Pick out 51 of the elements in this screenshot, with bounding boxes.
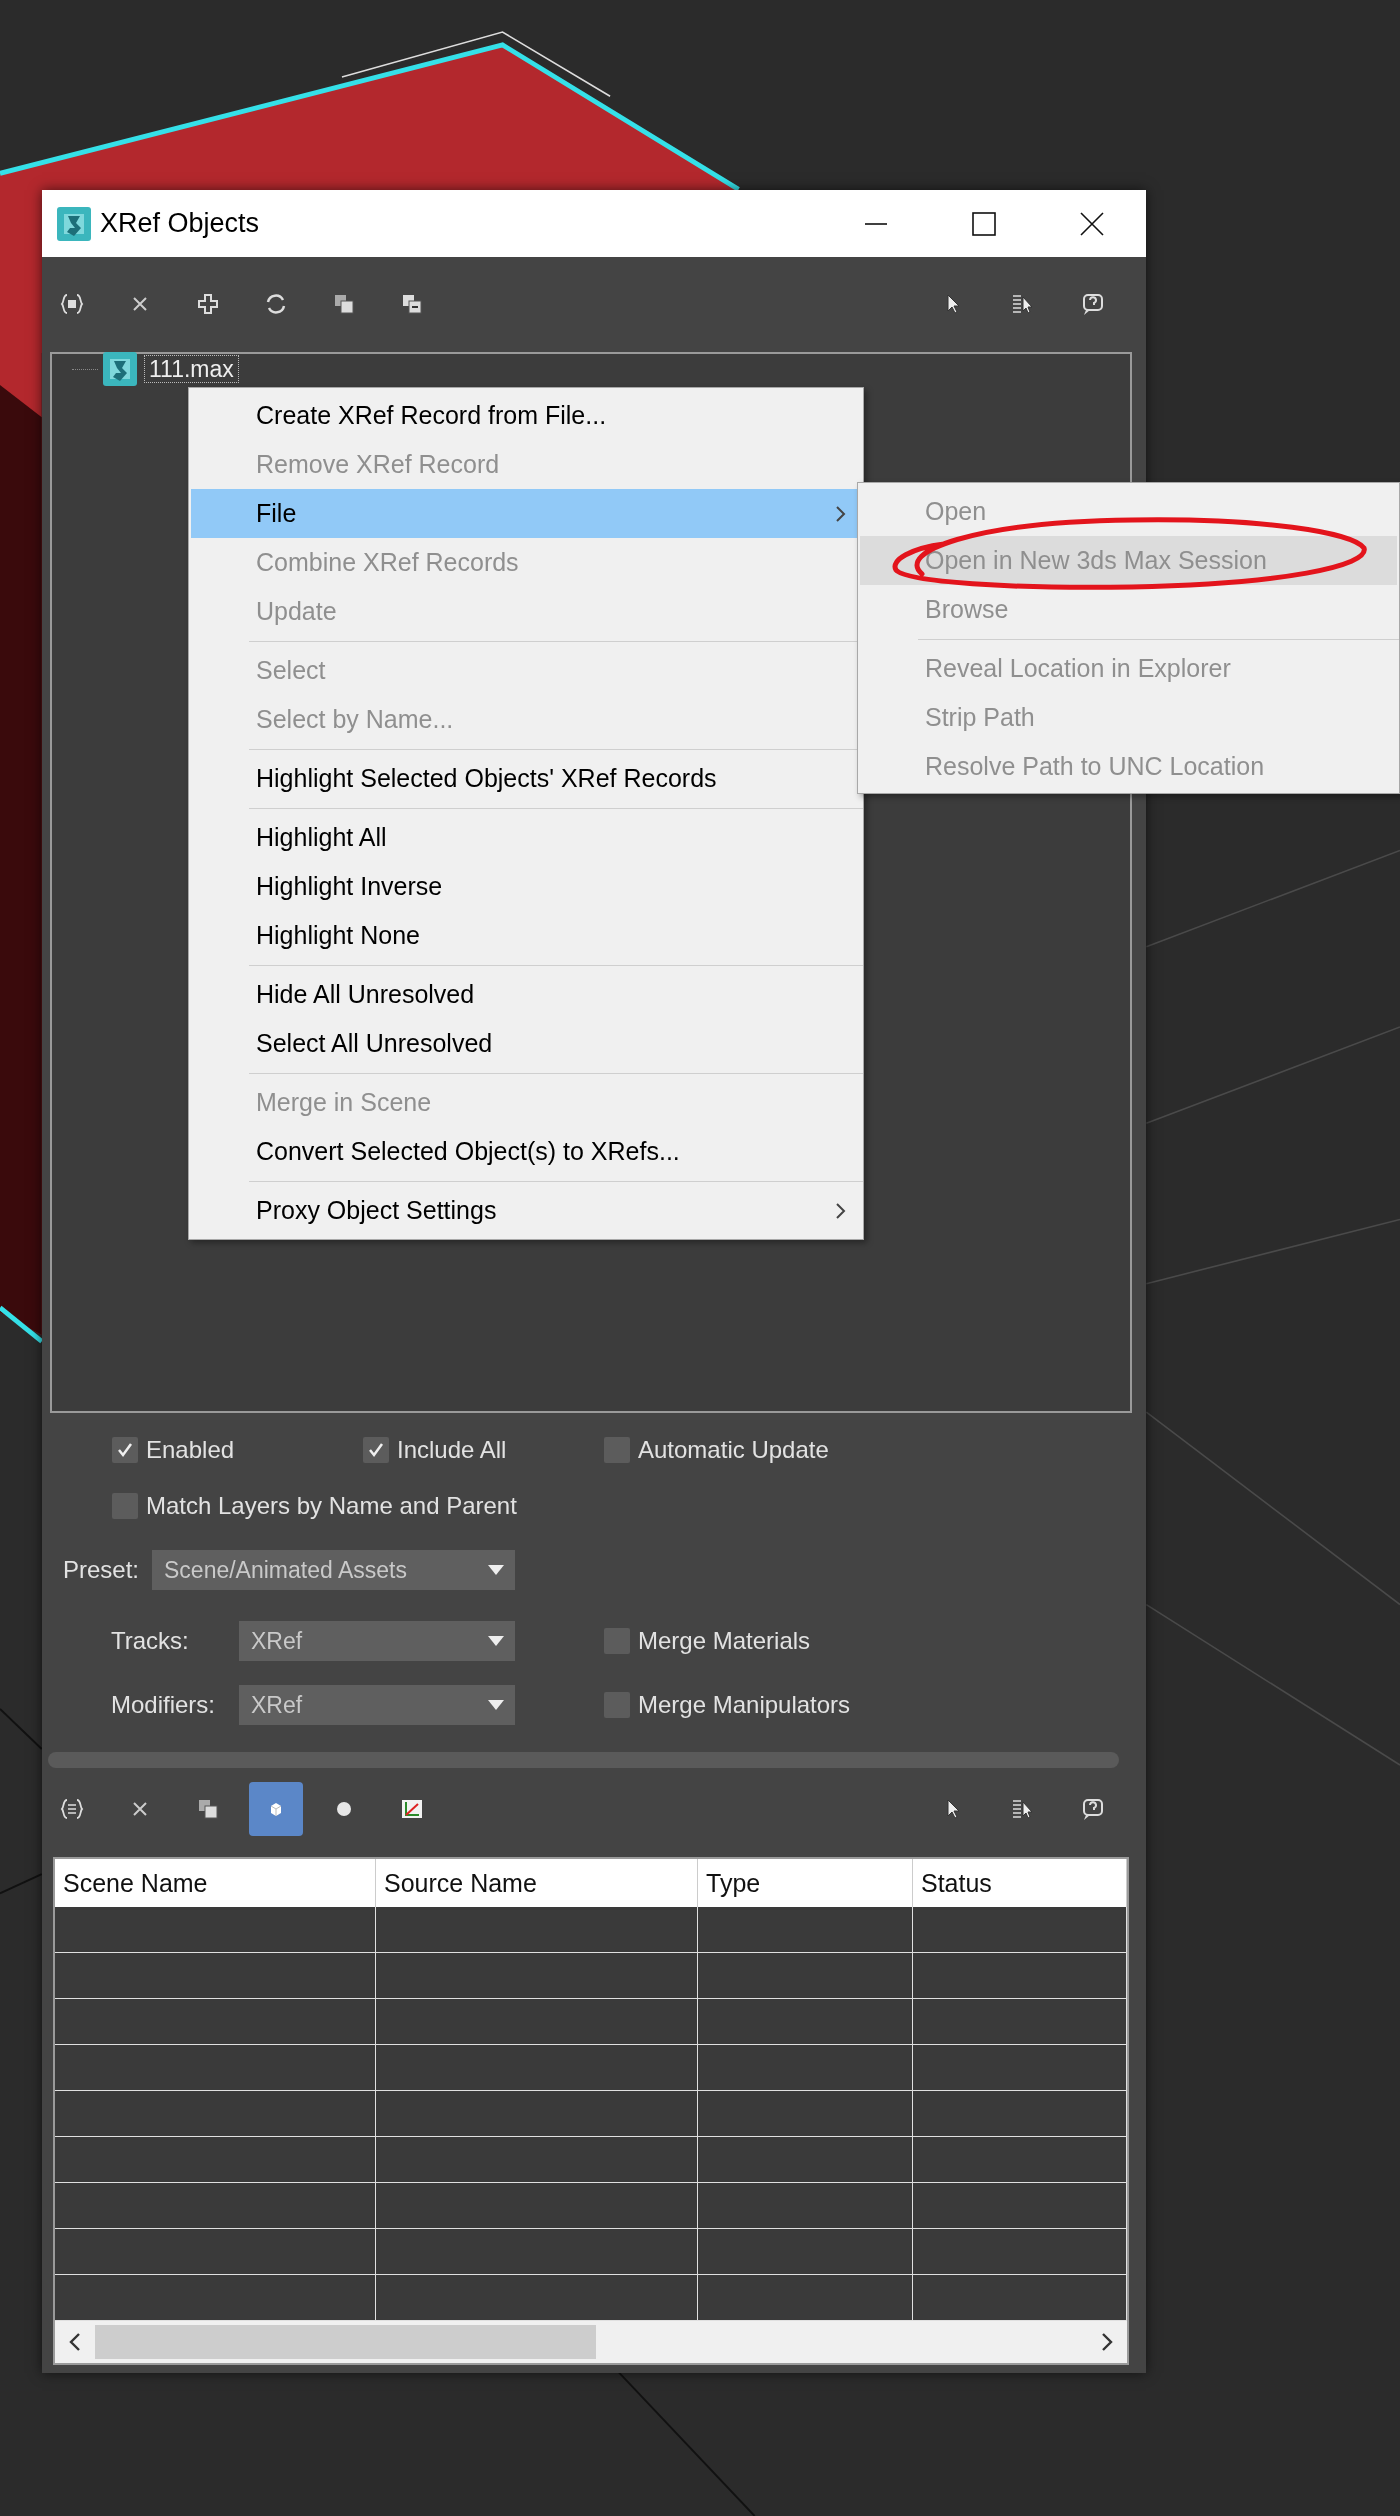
column-header[interactable]: Scene Name: [55, 1859, 376, 1907]
checkbox[interactable]: [604, 1437, 630, 1463]
menu-item[interactable]: Hide All Unresolved: [191, 970, 861, 1019]
dropdown-arrow-icon: [487, 1699, 505, 1711]
menu-item[interactable]: Highlight All: [191, 813, 861, 862]
field-label: Preset:: [63, 1556, 141, 1584]
checkmark-icon: [116, 1441, 134, 1459]
menu-item[interactable]: Select All Unresolved: [191, 1019, 861, 1068]
braces-list-icon: [59, 1796, 85, 1822]
menu-item[interactable]: Proxy Object Settings: [191, 1186, 861, 1235]
scrollbar-thumb[interactable]: [95, 2325, 596, 2359]
file-icon: [102, 351, 138, 387]
checkbox[interactable]: [604, 1692, 630, 1718]
checkbox[interactable]: [604, 1628, 630, 1654]
window-title: XRef Objects: [100, 208, 260, 239]
chevron-right-icon: [835, 1201, 847, 1220]
menu-item[interactable]: Highlight Selected Objects' XRef Records: [191, 754, 861, 803]
checkbox-label: Include All: [397, 1436, 507, 1464]
menu-item[interactable]: Convert Selected Object(s) to XRefs...: [191, 1127, 861, 1176]
column-header[interactable]: Type: [698, 1859, 913, 1907]
minimize-icon: [865, 222, 887, 225]
field-label: Tracks:: [111, 1627, 190, 1655]
checkbox-label: Automatic Update: [638, 1436, 829, 1464]
chevron-right-icon: [835, 504, 847, 523]
checkbox-label: Merge Materials: [638, 1627, 811, 1655]
checkbox-label: Merge Manipulators: [638, 1691, 851, 1719]
toolbar-button[interactable]: [249, 1782, 303, 1836]
menu-item[interactable]: Highlight Inverse: [191, 862, 861, 911]
dropdown[interactable]: XRef: [239, 1621, 515, 1661]
checkbox[interactable]: [112, 1493, 138, 1519]
checkbox[interactable]: [112, 1437, 138, 1463]
tree-item[interactable]: 111.max: [144, 355, 239, 383]
app-icon: [56, 205, 92, 242]
dropdown-arrow-icon: [487, 1564, 505, 1576]
menu-item[interactable]: Highlight None: [191, 911, 861, 960]
checkmark-icon: [367, 1441, 385, 1459]
help-icon: [1080, 1796, 1106, 1822]
checkbox-label: Match Layers by Name and Parent: [146, 1492, 517, 1520]
checkbox-label: Enabled: [146, 1436, 235, 1464]
close-icon: [1079, 210, 1105, 237]
dropdown-arrow-icon: [487, 1635, 505, 1647]
maximize-icon: [971, 210, 997, 237]
dropdown[interactable]: XRef: [239, 1685, 515, 1725]
chevron-left-icon: [68, 2332, 82, 2352]
checkbox[interactable]: [363, 1437, 389, 1463]
column-header[interactable]: Source Name: [376, 1859, 698, 1907]
field-label: Modifiers:: [111, 1691, 217, 1719]
chevron-right-icon: [1100, 2332, 1114, 2352]
column-header[interactable]: Status: [913, 1859, 1127, 1907]
dropdown[interactable]: Scene/Animated Assets: [152, 1550, 515, 1590]
menu-item[interactable]: Create XRef Record from File...: [191, 391, 861, 440]
